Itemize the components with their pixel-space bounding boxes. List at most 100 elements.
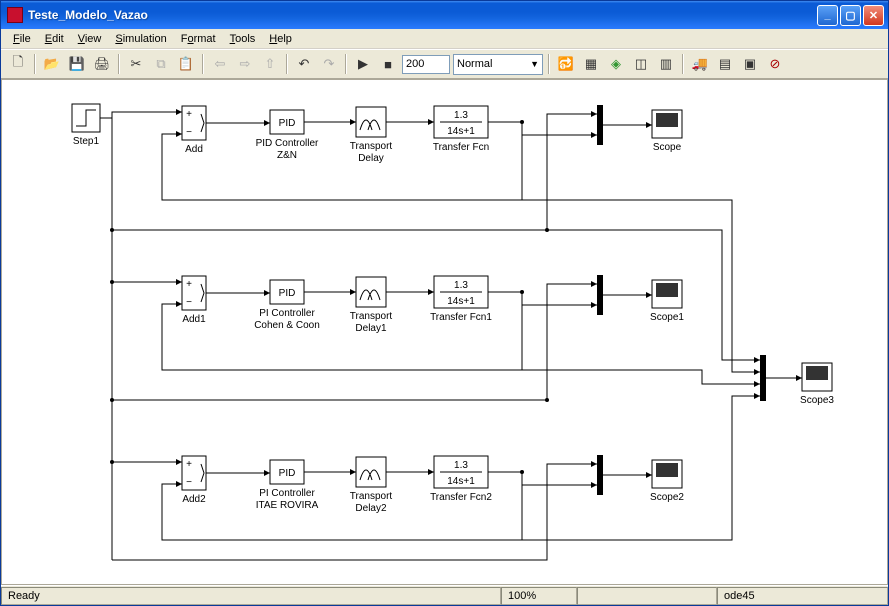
simmode-label: Normal [457, 58, 492, 70]
statusbar: Ready 100% ode45 [1, 585, 888, 605]
svg-text:Delay2: Delay2 [355, 503, 387, 514]
block-pid-itae[interactable]: PID PI Controller ITAE ROVIRA [256, 460, 319, 511]
svg-text:Cohen & Coon: Cohen & Coon [254, 320, 320, 331]
svg-text:PID: PID [279, 468, 296, 479]
menu-simulation[interactable]: Simulation [109, 31, 172, 47]
maximize-button[interactable]: ▢ [840, 5, 861, 26]
menu-file[interactable]: File [7, 31, 37, 47]
svg-text:14s+1: 14s+1 [447, 126, 475, 137]
tool-icon[interactable]: ▦ [580, 53, 602, 75]
svg-text:ITAE ROVIRA: ITAE ROVIRA [256, 500, 319, 511]
up-icon[interactable]: ⇧ [259, 53, 281, 75]
menu-view[interactable]: View [72, 31, 108, 47]
status-solver: ode45 [717, 587, 888, 605]
menu-tools[interactable]: Tools [224, 31, 262, 47]
tool-icon[interactable]: ◫ [630, 53, 652, 75]
minimize-button[interactable]: _ [817, 5, 838, 26]
status-empty [577, 587, 717, 605]
svg-text:−: − [186, 477, 192, 488]
print-icon[interactable]: 🖨 [91, 53, 113, 75]
simmode-select[interactable]: Normal ▼ [453, 54, 543, 75]
svg-text:Transfer Fcn2: Transfer Fcn2 [430, 492, 492, 503]
block-scope2[interactable]: Scope2 [650, 460, 684, 503]
svg-text:14s+1: 14s+1 [447, 476, 475, 487]
svg-text:Transfer Fcn1: Transfer Fcn1 [430, 312, 492, 323]
paste-icon[interactable]: 📋 [175, 53, 197, 75]
cut-icon[interactable]: ✂ [125, 53, 147, 75]
model-canvas[interactable]: Step1 + − Add PID PID Controller Z&N [1, 79, 888, 585]
block-pid-zn[interactable]: PID PID Controller Z&N [256, 110, 319, 161]
menu-format[interactable]: Format [175, 31, 222, 47]
svg-text:+: + [186, 109, 192, 120]
window-title: Teste_Modelo_Vazao [28, 8, 817, 22]
block-pid-cc[interactable]: PID PI Controller Cohen & Coon [254, 280, 320, 331]
tool-icon[interactable]: ▣ [739, 53, 761, 75]
svg-text:−: − [186, 127, 192, 138]
block-mux3[interactable] [760, 355, 766, 401]
block-add2[interactable]: + − Add2 [182, 456, 206, 505]
block-transfer-fcn2[interactable]: 1.3 14s+1 Transfer Fcn2 [430, 456, 492, 503]
lib-icon[interactable]: 🔂 [555, 53, 577, 75]
undo-icon[interactable]: ↶ [293, 53, 315, 75]
block-transfer-fcn[interactable]: 1.3 14s+1 Transfer Fcn [433, 106, 489, 153]
block-transport-delay2[interactable]: Transport Delay2 [350, 457, 393, 514]
block-scope3[interactable]: Scope3 [800, 363, 834, 406]
block-transfer-fcn1[interactable]: 1.3 14s+1 Transfer Fcn1 [430, 276, 492, 323]
back-icon[interactable]: ⇦ [209, 53, 231, 75]
block-step[interactable]: Step1 [72, 104, 100, 147]
block-mux2[interactable] [597, 455, 603, 495]
block-scope1[interactable]: Scope1 [650, 280, 684, 323]
block-transport-delay[interactable]: Transport Delay [350, 107, 393, 164]
svg-text:PID: PID [279, 288, 296, 299]
svg-text:1.3: 1.3 [454, 110, 468, 121]
play-icon[interactable]: ▶ [352, 53, 374, 75]
forward-icon[interactable]: ⇨ [234, 53, 256, 75]
status-zoom: 100% [501, 587, 577, 605]
svg-text:Transfer Fcn: Transfer Fcn [433, 142, 489, 153]
block-add[interactable]: + − Add [182, 106, 206, 155]
status-ready: Ready [1, 587, 501, 605]
separator [682, 54, 684, 74]
save-icon[interactable]: 💾 [66, 53, 88, 75]
svg-text:Scope: Scope [653, 142, 682, 153]
svg-text:Add1: Add1 [182, 314, 206, 325]
app-window: Teste_Modelo_Vazao _ ▢ ✕ File Edit View … [0, 0, 889, 606]
copy-icon[interactable]: ⧉ [150, 53, 172, 75]
svg-text:Transport: Transport [350, 311, 393, 322]
svg-text:−: − [186, 297, 192, 308]
redo-icon[interactable]: ↷ [318, 53, 340, 75]
block-add1[interactable]: + − Add1 [182, 276, 206, 325]
menu-edit[interactable]: Edit [39, 31, 70, 47]
block-mux1[interactable] [597, 275, 603, 315]
svg-text:1.3: 1.3 [454, 460, 468, 471]
separator [548, 54, 550, 74]
tool-icon[interactable]: ▥ [655, 53, 677, 75]
menu-help[interactable]: Help [263, 31, 298, 47]
close-button[interactable]: ✕ [863, 5, 884, 26]
build-icon[interactable]: 🚚 [689, 53, 711, 75]
separator [345, 54, 347, 74]
block-transport-delay1[interactable]: Transport Delay1 [350, 277, 393, 334]
svg-text:Add2: Add2 [182, 494, 206, 505]
svg-text:Step1: Step1 [73, 136, 100, 147]
svg-text:PID: PID [279, 118, 296, 129]
svg-text:PI Controller: PI Controller [259, 488, 315, 499]
svg-text:Scope2: Scope2 [650, 492, 684, 503]
tool-icon[interactable]: ◈ [605, 53, 627, 75]
block-scope[interactable]: Scope [652, 110, 682, 153]
tool-icon[interactable]: ⊘ [764, 53, 786, 75]
svg-text:Delay1: Delay1 [355, 323, 387, 334]
stoptime-input[interactable] [402, 55, 450, 74]
titlebar[interactable]: Teste_Modelo_Vazao _ ▢ ✕ [1, 1, 888, 29]
chevron-down-icon: ▼ [530, 59, 539, 69]
svg-text:14s+1: 14s+1 [447, 296, 475, 307]
separator [202, 54, 204, 74]
separator [118, 54, 120, 74]
svg-text:Scope3: Scope3 [800, 395, 834, 406]
svg-text:Add: Add [185, 144, 203, 155]
open-icon[interactable]: 📂 [41, 53, 63, 75]
block-mux[interactable] [597, 105, 603, 145]
new-icon[interactable]: 🗋 [7, 53, 29, 75]
tool-icon[interactable]: ▤ [714, 53, 736, 75]
stop-icon[interactable]: ■ [377, 53, 399, 75]
